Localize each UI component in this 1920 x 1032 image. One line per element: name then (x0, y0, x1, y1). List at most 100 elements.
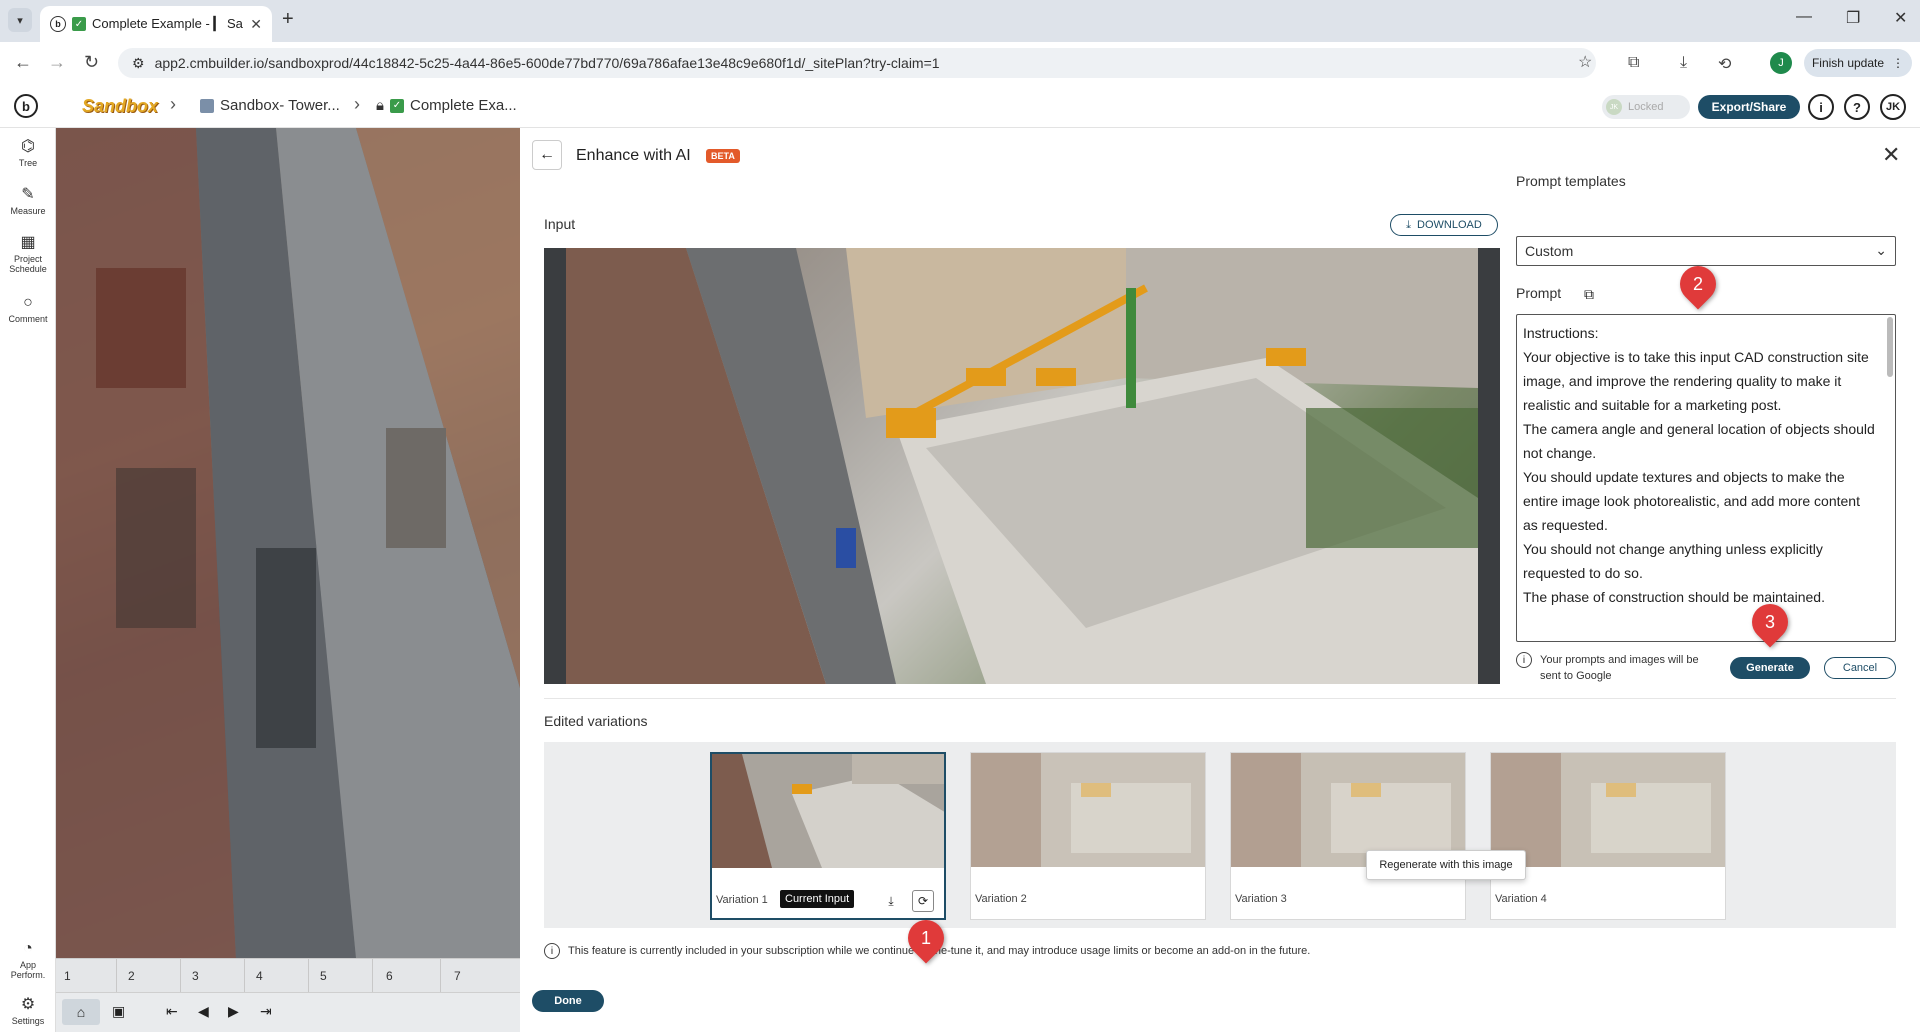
site-info-icon[interactable]: ⚙ (132, 55, 145, 72)
sandbox-logo: Sandbox (82, 96, 159, 116)
download-label: DOWNLOAD (1417, 219, 1482, 231)
annotation-number: 3 (1764, 611, 1775, 632)
download-icon[interactable]: ⤓ (880, 890, 902, 912)
generate-button[interactable]: Generate (1730, 657, 1810, 679)
variation-card-1[interactable]: Variation 1 Current Input ⤓ ⟳ (710, 752, 946, 920)
video-icon[interactable]: ▣ (112, 1003, 125, 1020)
enhance-ai-modal: ← Enhance with AI BETA ✕ Input ⤓ DOWNLOAD (520, 128, 1920, 1032)
rail-schedule-label-1: Project (13, 254, 42, 264)
restore-icon[interactable]: ❐ (1846, 8, 1860, 28)
rail-tree-label: Tree (18, 158, 38, 168)
timeline-bar[interactable]: 1 2 3 4 5 6 7 (56, 958, 520, 993)
variation-card-4[interactable]: Variation 4 (1490, 752, 1726, 920)
rail-schedule-label-2: Schedule (9, 264, 47, 274)
download-button[interactable]: ⤓ DOWNLOAD (1390, 214, 1498, 236)
cancel-button[interactable]: Cancel (1824, 657, 1896, 679)
prompt-line: You should update textures and objects t… (1523, 469, 1860, 533)
timeline-step[interactable]: 6 (386, 969, 393, 983)
user-avatar[interactable]: JK (1880, 94, 1906, 120)
rail-project-schedule[interactable]: ▦ Project Schedule (0, 232, 56, 274)
info-icon[interactable]: i (1808, 94, 1834, 120)
downloads-icon[interactable]: ⤓ (1680, 54, 1687, 72)
window-close-icon[interactable]: ✕ (1894, 8, 1907, 28)
tab-search-dropdown-icon[interactable]: ▾ (8, 8, 32, 32)
prompt-label: Prompt (1516, 285, 1562, 301)
variation-card-2[interactable]: Variation 2 (970, 752, 1206, 920)
rail-measure[interactable]: ✎ Measure (0, 184, 56, 216)
edited-variations-label: Edited variations (544, 713, 648, 729)
timeline-divider (372, 959, 373, 993)
prompt-line: Your objective is to take this input CAD… (1523, 349, 1869, 413)
locked-label: Locked (1628, 101, 1664, 113)
play-icon[interactable]: ▶ (228, 1003, 239, 1020)
breadcrumb-project[interactable]: Sandbox- Tower... (200, 97, 340, 114)
tab-close-icon[interactable]: ✕ (250, 16, 262, 33)
new-tab-icon[interactable]: + (282, 8, 294, 31)
variation-label: Variation 1 (716, 894, 768, 906)
back-arrow-button[interactable]: ← (532, 140, 562, 170)
timeline-step[interactable]: 1 (64, 969, 71, 983)
modal-close-icon[interactable]: ✕ (1882, 142, 1900, 168)
timeline-step[interactable]: 7 (454, 969, 461, 983)
check-icon: ✓ (72, 17, 86, 31)
beta-badge: BETA (706, 149, 740, 163)
prompt-textarea[interactable]: Instructions: Your objective is to take … (1516, 314, 1896, 642)
finish-update-button[interactable]: Finish update ⋮ (1804, 49, 1912, 77)
rail-settings[interactable]: ⚙ Settings (0, 994, 56, 1026)
prompt-template-value: Custom (1525, 243, 1574, 259)
timeline-step[interactable]: 3 (192, 969, 199, 983)
prompt-line: The phase of construction should be main… (1523, 589, 1825, 605)
minimize-icon[interactable]: — (1796, 8, 1812, 26)
breadcrumb-project-label: Sandbox- Tower... (220, 97, 340, 114)
cmbuilder-logo-icon[interactable]: b (14, 94, 38, 118)
variation-card-3[interactable]: Variation 3 (1230, 752, 1466, 920)
camera-view-icon[interactable]: ⌂ (62, 999, 100, 1025)
browser-tab[interactable]: b ✓ Complete Example - ▎ Sa ✕ (40, 6, 272, 42)
scene-render (56, 128, 520, 958)
breadcrumb-scene[interactable]: 🔒︎ ✓ Complete Exa... (376, 97, 517, 114)
rail-comment[interactable]: ○ Comment (0, 294, 56, 324)
rail-settings-label: Settings (11, 1016, 45, 1026)
locked-toggle[interactable]: JK Locked (1602, 95, 1690, 119)
prompt-line: Instructions: (1523, 325, 1599, 341)
skip-end-icon[interactable]: ⇥ (260, 1003, 272, 1020)
forward-icon[interactable]: → (48, 52, 66, 73)
browser-tabstrip: ▾ b ✓ Complete Example - ▎ Sa ✕ + — ❐ ✕ (0, 0, 1920, 42)
input-label: Input (544, 216, 576, 232)
privacy-note-line-2: sent to Google (1540, 670, 1612, 682)
prompt-scrollbar[interactable] (1887, 317, 1893, 377)
step-back-icon[interactable]: ◀ (198, 1003, 209, 1020)
timeline-divider (244, 959, 245, 993)
help-icon[interactable]: ? (1844, 94, 1870, 120)
annotation-number: 1 (920, 927, 931, 948)
history-icon[interactable]: ⟲ (1718, 54, 1731, 74)
timeline-step[interactable]: 4 (256, 969, 263, 983)
timeline-divider (440, 959, 441, 993)
privacy-note: Your prompts and images will be sent to G… (1540, 652, 1699, 684)
profile-avatar[interactable]: J (1770, 52, 1792, 74)
rail-tree[interactable]: ⌬ Tree (0, 136, 56, 168)
input-image-frame: ⤢ (544, 248, 1500, 684)
reload-icon[interactable]: ↻ (84, 52, 99, 73)
skip-start-icon[interactable]: ⇤ (166, 1003, 178, 1020)
timeline-divider (308, 959, 309, 993)
variation-label: Variation 3 (1235, 893, 1287, 905)
extensions-icon[interactable]: ⧉ (1628, 54, 1639, 72)
3d-scene-viewport[interactable] (56, 128, 520, 958)
back-icon[interactable]: ← (14, 52, 32, 73)
info-icon: i (544, 943, 560, 959)
bookmark-star-icon[interactable]: ☆ (1578, 52, 1592, 72)
regenerate-icon[interactable]: ⟳ (912, 890, 934, 912)
modal-title: Enhance with AI (576, 147, 691, 164)
chevron-right-icon: › (170, 94, 176, 114)
export-share-button[interactable]: Export/Share (1698, 95, 1800, 119)
timeline-step[interactable]: 5 (320, 969, 327, 983)
rail-app-performance[interactable]: ◔ App Perform. (0, 940, 56, 980)
info-icon: i (1516, 652, 1532, 668)
tree-icon: ⌬ (21, 138, 35, 155)
timeline-step[interactable]: 2 (128, 969, 135, 983)
prompt-template-select[interactable]: Custom ⌄ (1516, 236, 1896, 266)
done-button[interactable]: Done (532, 990, 604, 1012)
address-bar[interactable]: ⚙ app2.cmbuilder.io/sandboxprod/44c18842… (118, 48, 1596, 78)
copy-icon[interactable]: ⧉ (1584, 286, 1594, 303)
